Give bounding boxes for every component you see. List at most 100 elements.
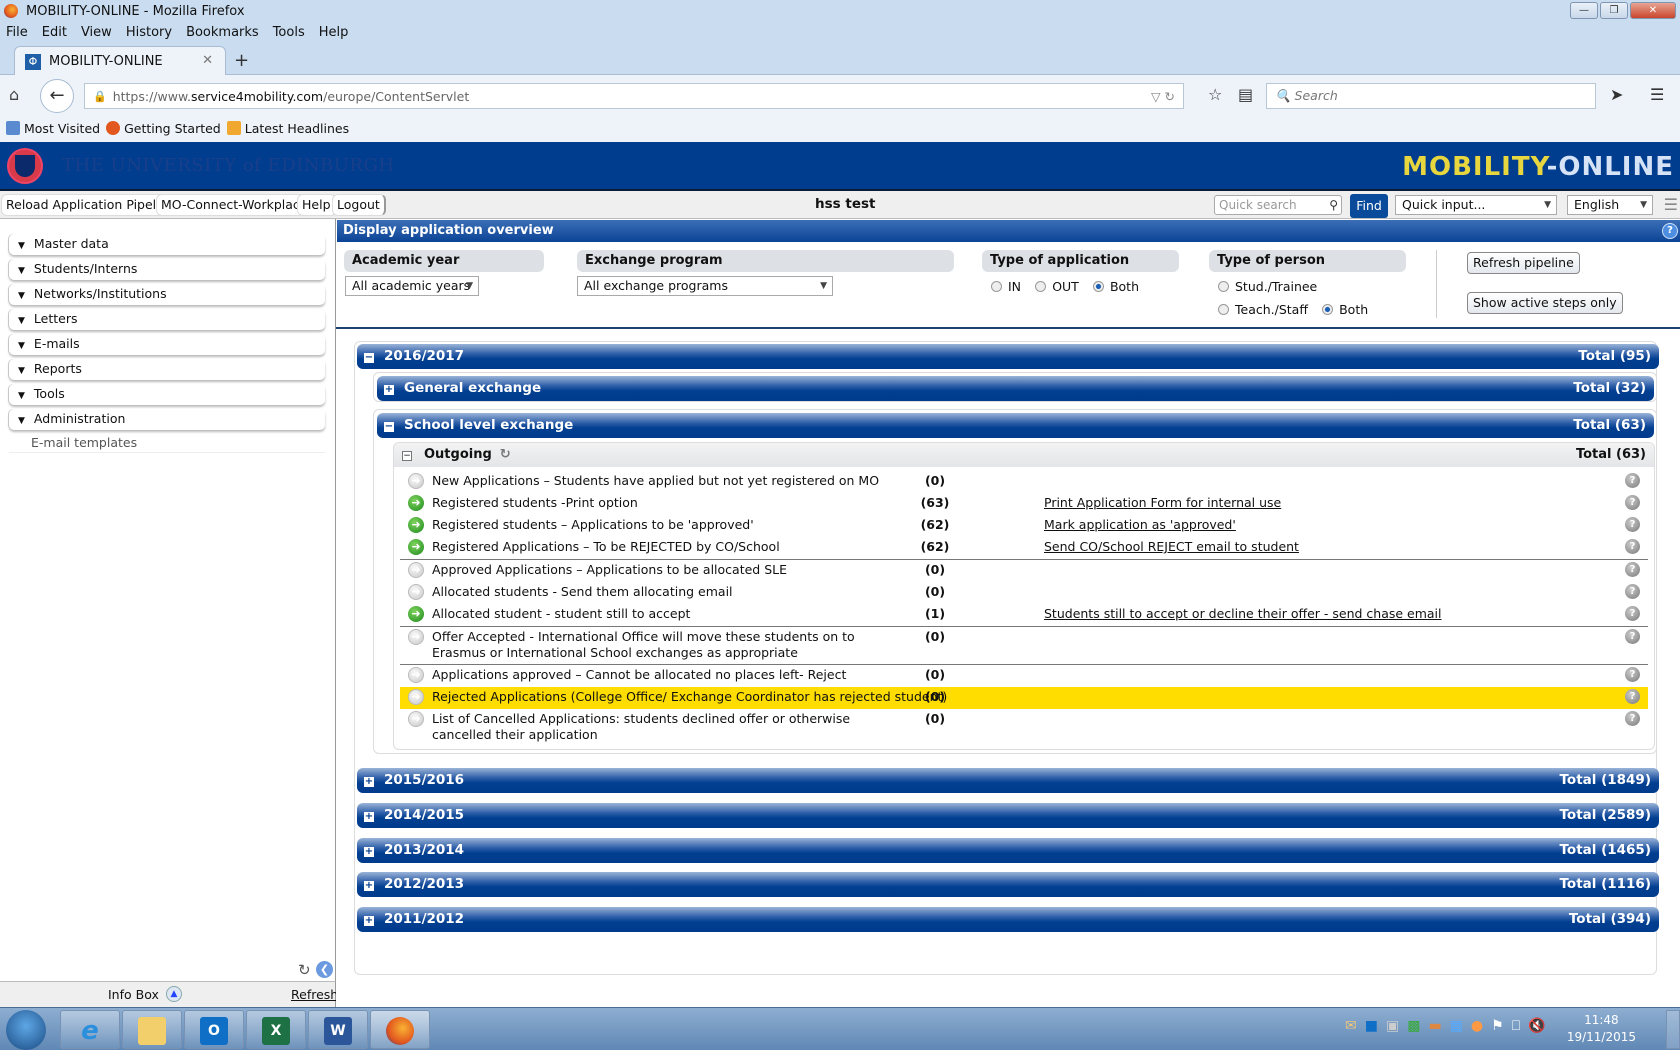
sidebar-item-letters[interactable]: ▼ Letters [9, 309, 325, 330]
start-button[interactable] [6, 1010, 46, 1050]
taskbar-internet-explorer[interactable]: e [60, 1010, 120, 1049]
clock[interactable]: 11:48 19/11/2015 [1567, 1012, 1636, 1046]
reload-pipeline-button[interactable]: Reload Application Pipeline [1, 194, 182, 216]
help-icon[interactable]: ? [1625, 495, 1640, 510]
help-icon[interactable]: ? [1625, 473, 1640, 488]
sidebar-item-master-data[interactable]: ▼ Master data [9, 234, 325, 255]
year-bar-2016-2017[interactable]: −2016/2017 Total (95) [357, 344, 1659, 369]
step-action-link[interactable]: Send CO/School REJECT email to student [1044, 539, 1299, 554]
menu-file[interactable]: File [6, 25, 28, 40]
minimize-button[interactable]: — [1570, 2, 1598, 19]
year-bar-2014-2015[interactable]: +2014/2015 Total (2589) [357, 803, 1659, 828]
help-icon[interactable]: ? [1625, 629, 1640, 644]
menu-edit[interactable]: Edit [42, 25, 67, 40]
radio-stud-trainee[interactable] [1218, 281, 1229, 292]
quick-search-input[interactable]: Quick search ⚲ [1214, 195, 1342, 215]
app-menu-icon[interactable]: ☰ [1664, 195, 1678, 214]
bookmark-star-icon[interactable]: ☆ [1208, 85, 1222, 104]
program-bar-school-level-exchange[interactable]: − School level exchange Total (63) [377, 413, 1654, 438]
sidebar-item-tools[interactable]: ▼ Tools [9, 384, 325, 405]
quick-input-select[interactable]: Quick input... ▼ [1395, 195, 1557, 215]
step-count[interactable]: (0) [920, 473, 950, 488]
menu-tools[interactable]: Tools [273, 25, 305, 40]
help-icon[interactable]: ? [1625, 606, 1640, 621]
security-icon[interactable]: ▩ [1407, 1018, 1420, 1034]
app-tray-icon[interactable]: ● [1471, 1018, 1483, 1034]
show-desktop-button[interactable] [1666, 1010, 1680, 1049]
sidebar-subitem-email-templates[interactable]: E-mail templates [9, 433, 325, 453]
new-tab-button[interactable]: + [234, 50, 249, 71]
step-count[interactable]: (63) [920, 495, 950, 510]
mail-icon[interactable]: ✉ [1345, 1018, 1357, 1034]
reload-icon[interactable]: ▽ ↻ [1151, 89, 1175, 104]
radio-out[interactable] [1035, 281, 1047, 292]
step-count[interactable]: (1) [920, 606, 950, 621]
drive-icon[interactable]: ▬ [1428, 1018, 1441, 1034]
language-select[interactable]: English ▼ [1567, 195, 1653, 215]
close-tab-icon[interactable]: ✕ [202, 53, 213, 68]
browser-tab[interactable]: Φ MOBILITY-ONLINE ✕ [14, 46, 226, 76]
menu-help[interactable]: Help [319, 25, 349, 40]
step-count[interactable]: (0) [920, 667, 950, 682]
step-count[interactable]: (0) [920, 562, 950, 577]
bookmark-latest-headlines[interactable]: Latest Headlines [226, 121, 349, 136]
expand-info-box-icon[interactable]: ▲ [166, 986, 182, 1002]
program-bar-general-exchange[interactable]: + General exchange Total (32) [377, 376, 1654, 401]
step-count[interactable]: (0) [920, 584, 950, 599]
refresh-icon[interactable]: ↻ [298, 961, 311, 979]
step-action-link[interactable]: Students still to accept or decline thei… [1044, 606, 1442, 621]
send-icon[interactable]: ➤ [1610, 85, 1623, 104]
refresh-link[interactable]: Refresh [291, 987, 338, 1002]
reading-list-icon[interactable]: ▤ [1238, 85, 1253, 104]
taskbar-word[interactable]: W [308, 1010, 368, 1049]
keyboard-icon[interactable]: ▦ [1450, 1018, 1463, 1034]
exchange-program-select[interactable]: All exchange programs ▼ [577, 276, 833, 296]
year-bar-2011-2012[interactable]: +2011/2012 Total (394) [357, 907, 1659, 932]
logout-button[interactable]: Logout [332, 194, 386, 216]
radio-teach-staff[interactable] [1218, 304, 1229, 315]
find-button[interactable]: Find [1350, 194, 1388, 218]
menu-bookmarks[interactable]: Bookmarks [186, 25, 259, 40]
academic-year-select[interactable]: All academic years ▼ [345, 276, 479, 296]
help-icon[interactable]: ? [1625, 667, 1640, 682]
network-alert-icon[interactable]: ▣ [1386, 1018, 1399, 1034]
taskbar-file-explorer[interactable] [122, 1010, 182, 1049]
help-icon[interactable]: ? [1625, 711, 1640, 726]
help-icon[interactable]: ? [1625, 584, 1640, 599]
help-icon[interactable]: ? [1625, 689, 1640, 704]
browser-search-input[interactable]: 🔍 Search [1266, 83, 1596, 109]
help-icon[interactable]: ? [1625, 539, 1640, 554]
bookmark-getting-started[interactable]: Getting Started [106, 121, 221, 136]
restore-button[interactable]: ❐ [1600, 2, 1628, 19]
help-icon[interactable]: ? [1625, 517, 1640, 532]
collapse-icon[interactable]: − [402, 451, 412, 461]
step-count[interactable]: (0) [920, 689, 950, 704]
home-icon[interactable]: ⌂ [9, 85, 19, 104]
year-bar-2012-2013[interactable]: +2012/2013 Total (1116) [357, 872, 1659, 897]
close-window-button[interactable]: ✕ [1630, 2, 1676, 19]
radio-in[interactable] [991, 281, 1002, 292]
sidebar-item-emails[interactable]: ▼ E-mails [9, 334, 325, 355]
year-bar-2015-2016[interactable]: +2015/2016 Total (1849) [357, 768, 1659, 793]
step-count[interactable]: (62) [920, 539, 950, 554]
step-count[interactable]: (62) [920, 517, 950, 532]
taskbar-excel[interactable]: X [246, 1010, 306, 1049]
year-bar-2013-2014[interactable]: +2013/2014 Total (1465) [357, 838, 1659, 863]
network-icon[interactable]: ⎕ [1512, 1018, 1520, 1034]
show-active-steps-button[interactable]: Show active steps only [1467, 292, 1623, 314]
help-icon[interactable]: ? [1625, 562, 1640, 577]
step-action-link[interactable]: Print Application Form for internal use [1044, 495, 1281, 510]
refresh-pipeline-button[interactable]: Refresh pipeline [1467, 252, 1580, 274]
url-bar[interactable]: 🔒 https://www. service4mobility.com/europ… [84, 83, 1184, 109]
help-button[interactable]: Help [297, 194, 337, 216]
mo-connect-workplace-button[interactable]: MO-Connect-Workplace [156, 194, 314, 216]
outlook-tray-icon[interactable]: ■ [1365, 1018, 1378, 1034]
sidebar-item-students-interns[interactable]: ▼ Students/Interns [9, 259, 325, 280]
bookmark-most-visited[interactable]: Most Visited [6, 121, 100, 136]
menu-view[interactable]: View [81, 25, 112, 40]
back-button[interactable]: ← [40, 79, 74, 113]
sidebar-item-reports[interactable]: ▼ Reports [9, 359, 325, 380]
step-count[interactable]: (0) [920, 629, 950, 644]
taskbar-outlook[interactable]: O [184, 1010, 244, 1049]
collapse-sidebar-icon[interactable]: ❮ [316, 961, 333, 978]
